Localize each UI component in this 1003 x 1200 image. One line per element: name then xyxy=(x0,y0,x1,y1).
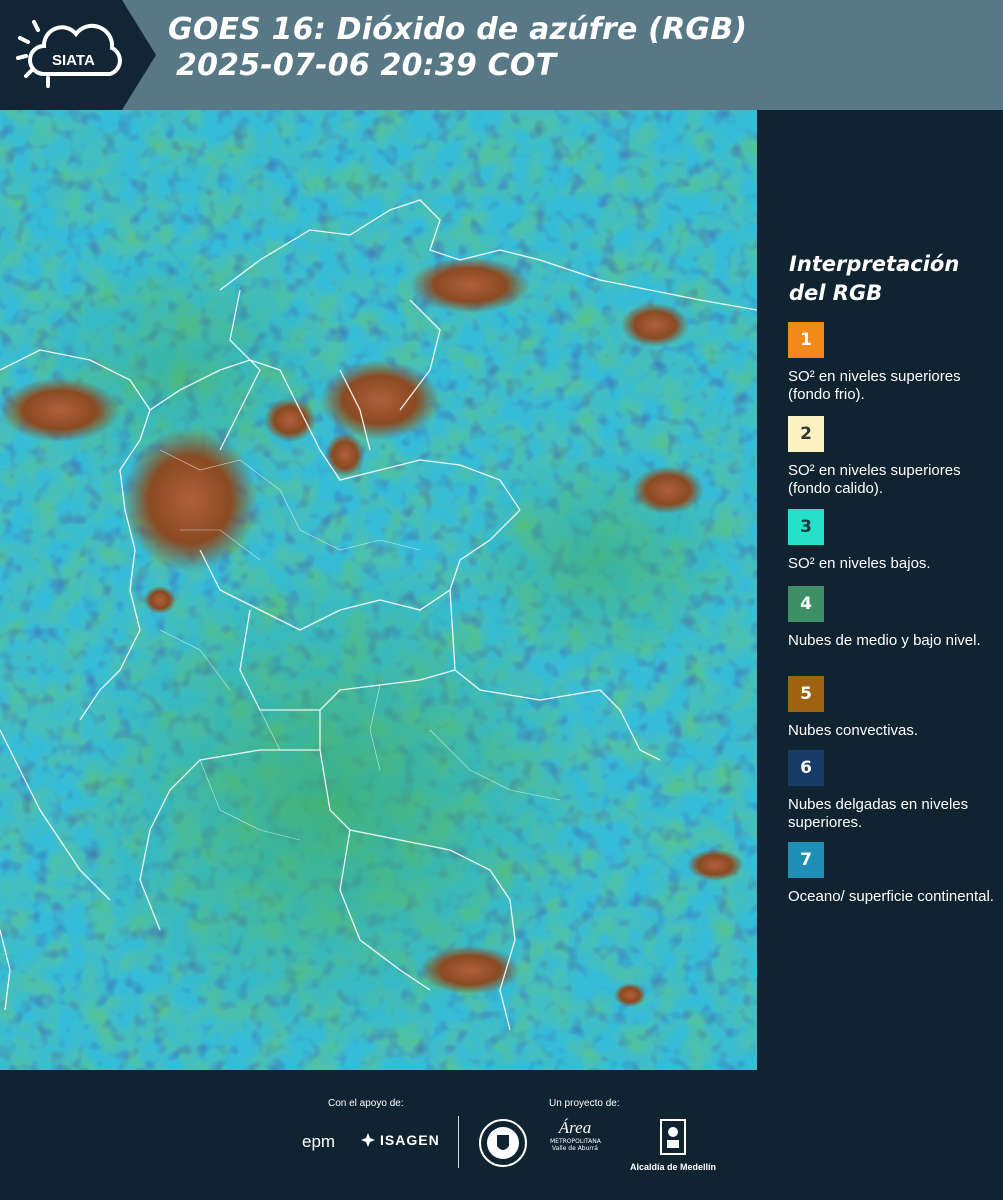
isagen-logo: ISAGEN xyxy=(360,1132,440,1148)
legend-swatch: 2 xyxy=(788,416,824,452)
legend-description: SO² en niveles superiores (fondo frio). xyxy=(788,368,961,403)
legend-swatch: 3 xyxy=(788,509,824,545)
legend-number: 4 xyxy=(800,594,812,614)
legend-number: 1 xyxy=(800,330,812,350)
legend-title: Interpretación del RGB xyxy=(789,252,960,305)
legend-panel: Interpretación del RGB 1 SO² en niveles … xyxy=(757,110,1003,1070)
legend-item-1: 1 SO² en niveles superiores (fondo frio)… xyxy=(788,322,998,404)
siata-logo-text: SIATA xyxy=(52,52,95,69)
legend-description: Oceano/ superficie continental. xyxy=(788,888,994,905)
siata-logo-icon: SIATA xyxy=(16,20,122,88)
legend-item-2: 2 SO² en niveles superiores (fondo calid… xyxy=(788,416,998,510)
legend-description: Nubes convectivas. xyxy=(788,722,919,739)
alcaldia-logo: Alcaldía de Medellín xyxy=(630,1118,716,1172)
isagen-text: ISAGEN xyxy=(380,1132,440,1148)
legend-item-7: 7 Oceano/ superficie continental. xyxy=(788,842,998,906)
legend-description: Nubes delgadas en niveles superiores. xyxy=(788,796,969,831)
legend-number: 6 xyxy=(800,758,812,778)
project-label: Un proyecto de: xyxy=(549,1098,620,1109)
isagen-mark-icon xyxy=(361,1133,375,1147)
legend-item-5: 5 Nubes convectivas. xyxy=(788,676,998,740)
footer-divider xyxy=(458,1116,459,1168)
page-title: GOES 16: Dióxido de azúfre (RGB) 2025-07… xyxy=(168,12,747,84)
legend-number: 2 xyxy=(800,424,812,444)
legend-description: SO² en niveles bajos. xyxy=(788,555,931,572)
legend-item-6: 6 Nubes delgadas en niveles superiores. xyxy=(788,750,998,832)
legend-number: 3 xyxy=(800,517,812,537)
alcaldia-text: Alcaldía de Medellín xyxy=(630,1162,717,1172)
area-logo-subtext: METROPOLITANA Valle de Aburrá xyxy=(550,1138,601,1152)
title-timestamp: 2025-07-06 20:39 COT xyxy=(176,48,557,83)
siata-logo-block: SIATA xyxy=(0,0,156,110)
legend-description: Nubes de medio y bajo nivel. xyxy=(788,632,981,649)
legend-swatch: 4 xyxy=(788,586,824,622)
area-logo-text: Área xyxy=(558,1118,592,1137)
area-metropolitana-logo: Área METROPOLITANA Valle de Aburrá xyxy=(550,1118,601,1152)
legend-description: SO² en niveles superiores (fondo calido)… xyxy=(788,462,961,497)
support-label: Con el apoyo de: xyxy=(328,1098,404,1109)
satellite-map[interactable] xyxy=(0,110,757,1070)
epm-logo: epm xyxy=(302,1132,336,1151)
legend-number: 7 xyxy=(800,850,812,870)
legend-swatch: 7 xyxy=(788,842,824,878)
legend-number: 5 xyxy=(800,684,812,704)
legend-item-4: 4 Nubes de medio y bajo nivel. xyxy=(788,586,998,650)
header: SIATA GOES 16: Dióxido de azúfre (RGB) 2… xyxy=(0,0,1003,110)
legend-swatch: 6 xyxy=(788,750,824,786)
satellite-image xyxy=(0,110,757,1070)
title-line1: GOES 16: Dióxido de azúfre (RGB) xyxy=(168,12,748,47)
alcaldia-crest-icon xyxy=(660,1119,687,1155)
legend-swatch: 5 xyxy=(788,676,824,712)
medellin-seal-icon xyxy=(479,1119,527,1167)
legend-swatch: 1 xyxy=(788,322,824,358)
footer: Con el apoyo de: Un proyecto de: epm ISA… xyxy=(0,1070,1003,1200)
legend-item-3: 3 SO² en niveles bajos. xyxy=(788,509,998,573)
